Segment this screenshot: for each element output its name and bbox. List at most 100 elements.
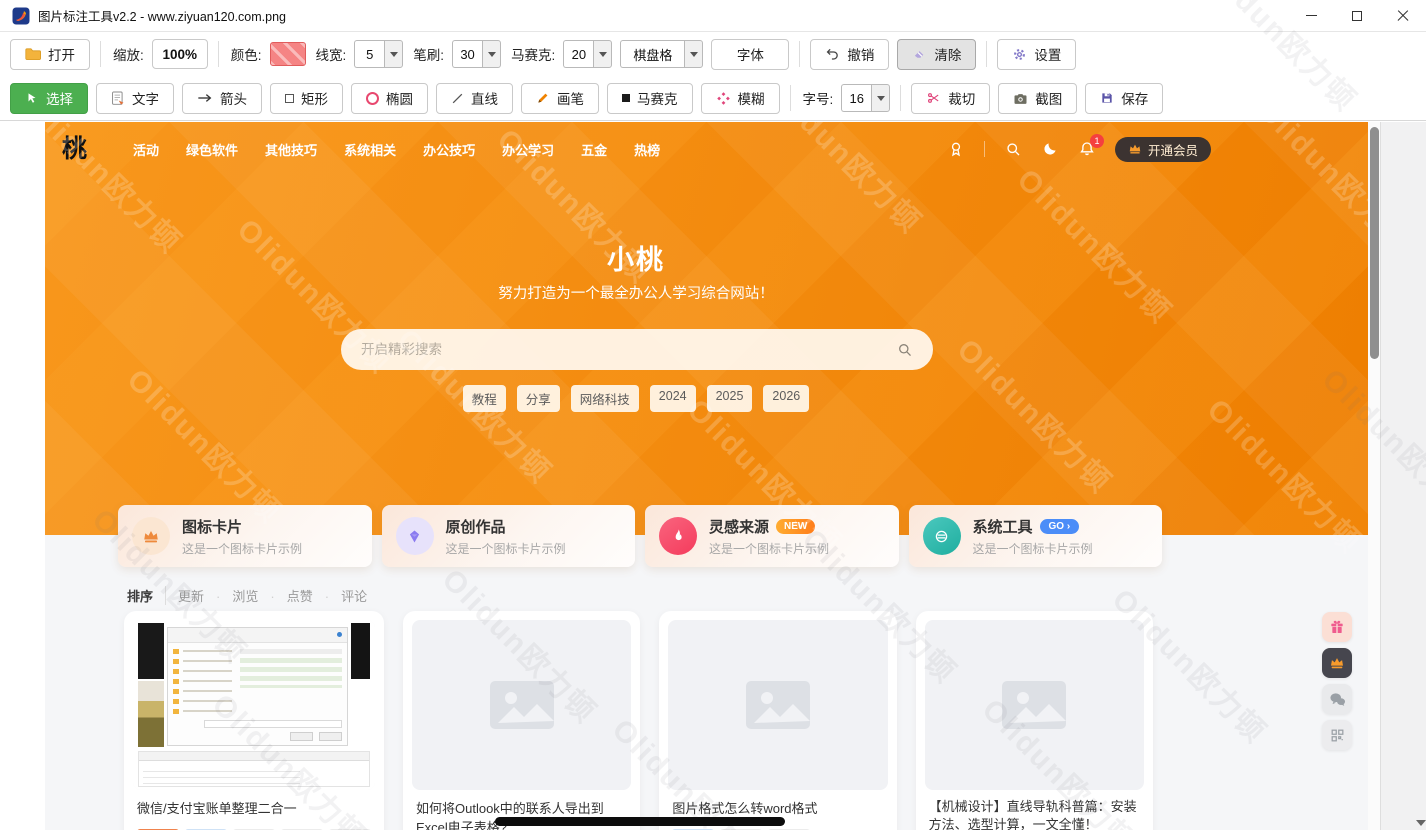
sort-option-views[interactable]: 浏览 — [216, 586, 258, 605]
blur-tool-button[interactable]: 模糊 — [701, 83, 780, 114]
save-button[interactable]: 保存 — [1085, 83, 1163, 114]
horizontal-scrollbar-thumb[interactable] — [495, 817, 785, 826]
brush-select[interactable]: 30 — [452, 40, 501, 68]
close-icon — [1397, 10, 1409, 22]
crop-button[interactable]: 裁切 — [911, 83, 990, 114]
article-thumbnail[interactable] — [133, 620, 375, 790]
select-tool-button[interactable]: 选择 — [10, 83, 88, 114]
arrow-tool-button[interactable]: 箭头 — [182, 83, 262, 114]
toolbar-separator — [100, 41, 101, 67]
tag-network-tech[interactable]: 网络科技 — [571, 385, 639, 412]
chevron-down-icon[interactable] — [684, 40, 703, 68]
linewidth-select[interactable]: 5 — [354, 40, 403, 68]
wechat-button[interactable] — [1322, 684, 1352, 714]
feature-card-inspiration[interactable]: 灵感来源 NEW 这是一个图标卡片示例 — [645, 505, 899, 567]
zoom-value[interactable]: 100% — [152, 39, 208, 69]
hero-search-input[interactable] — [361, 342, 896, 357]
article-list: 微信/支付宝账单整理二合一 如何将Outlook中的联系人导出到Excel电子表… — [124, 611, 1153, 830]
article-card[interactable]: 如何将Outlook中的联系人导出到Excel电子表格? — [403, 611, 640, 830]
article-thumbnail[interactable] — [668, 620, 887, 790]
feature-card-text: 灵感来源 NEW 这是一个图标卡片示例 — [709, 516, 829, 557]
hero-search-box[interactable] — [341, 329, 933, 370]
pen-tool-button[interactable]: 画笔 — [521, 83, 599, 114]
article-title[interactable]: 微信/支付宝账单整理二合一 — [137, 800, 371, 819]
checkerboard-select[interactable]: 棋盘格 — [620, 40, 703, 68]
article-card[interactable]: 图片格式怎么转word格式 — [659, 611, 896, 830]
canvas-area[interactable]: Olidun欧力顿 Olidun欧力顿 Olidun欧力顿 Olidun欧力顿 … — [0, 122, 1426, 830]
article-thumbnail[interactable] — [412, 620, 631, 790]
thumb-folder-icons — [173, 649, 179, 717]
clear-button[interactable]: 清除 — [897, 39, 976, 70]
ellipse-tool-button[interactable]: 椭圆 — [351, 83, 428, 114]
thumb-sheet-rows — [143, 766, 300, 784]
linewidth-label: 线宽: — [316, 44, 347, 64]
wechat-icon — [1329, 692, 1346, 707]
sort-option-updated[interactable]: 更新 — [178, 586, 204, 605]
fontsize-select[interactable]: 16 — [841, 84, 890, 112]
vertical-scrollbar[interactable] — [1368, 122, 1380, 830]
rectangle-tool-button[interactable]: 矩形 — [270, 83, 343, 114]
chevron-down-icon[interactable] — [384, 40, 403, 68]
tag-share[interactable]: 分享 — [517, 385, 560, 412]
window-controls — [1288, 0, 1426, 31]
chevron-down-icon[interactable] — [593, 40, 612, 68]
close-button[interactable] — [1380, 0, 1426, 31]
maximize-button[interactable] — [1334, 0, 1380, 31]
tag-2025[interactable]: 2025 — [707, 385, 753, 412]
mosaic-size-select[interactable]: 20 — [563, 40, 612, 68]
new-badge: NEW — [776, 519, 815, 534]
hot-tags: 教程 分享 网络科技 2024 2025 2026 — [45, 385, 1227, 412]
vip-crown-button[interactable] — [1322, 648, 1352, 678]
chevron-down-icon — [599, 52, 607, 57]
minimize-button[interactable] — [1288, 0, 1334, 31]
site-subtitle: 努力打造为一个最全办公人学习综合网站！ — [45, 282, 1227, 303]
tag-tutorial[interactable]: 教程 — [463, 385, 506, 412]
undo-button[interactable]: 撤销 — [810, 39, 889, 70]
zoom-label: 缩放: — [113, 44, 144, 64]
open-button[interactable]: 打开 — [10, 39, 90, 70]
thumb-dialog-header — [168, 628, 348, 643]
pen-label: 画笔 — [557, 88, 584, 108]
feature-card-system-tools[interactable]: 系统工具 GO › 这是一个图标卡片示例 — [909, 505, 1163, 567]
tag-2026[interactable]: 2026 — [763, 385, 809, 412]
toolbar-separator — [790, 85, 791, 111]
sort-option-comments[interactable]: 评论 — [325, 586, 367, 605]
app-icon — [12, 7, 30, 25]
search-icon[interactable] — [896, 341, 913, 358]
toolbar-separator — [900, 85, 901, 111]
vertical-scrollbar-thumb[interactable] — [1370, 127, 1379, 359]
chevron-down-icon[interactable] — [482, 40, 501, 68]
tag-2024[interactable]: 2024 — [650, 385, 696, 412]
ellipse-label: 椭圆 — [386, 88, 413, 108]
scrollbar-down-arrow[interactable] — [1416, 820, 1426, 826]
article-card[interactable]: 微信/支付宝账单整理二合一 — [124, 611, 384, 830]
thumb-list-rows — [240, 658, 342, 688]
line-tool-button[interactable]: 直线 — [436, 83, 513, 114]
qr-code-button[interactable] — [1322, 720, 1352, 750]
sort-option-likes[interactable]: 点赞 — [270, 586, 312, 605]
feature-card-icon-card[interactable]: 图标卡片 这是一个图标卡片示例 — [118, 505, 372, 567]
feature-card-title: 灵感来源 — [709, 516, 769, 537]
article-card[interactable]: 【机械设计】直线导轨科普篇：安装方法、选型计算，一文全懂！ — [916, 611, 1153, 830]
blur-label: 模糊 — [738, 88, 765, 108]
color-swatch[interactable] — [270, 42, 306, 66]
text-tool-button[interactable]: 文字 — [96, 83, 174, 114]
thumb-folder-tree — [173, 649, 232, 717]
font-button[interactable]: 字体 — [711, 39, 789, 70]
settings-button[interactable]: 设置 — [997, 39, 1076, 70]
color-label: 颜色: — [231, 44, 262, 64]
article-thumbnail[interactable] — [925, 620, 1144, 790]
line-icon — [451, 92, 464, 105]
feature-cards: 图标卡片 这是一个图标卡片示例 原创作品 这是一个图标卡片示例 灵感来 — [118, 505, 1162, 567]
screenshot-button[interactable]: 截图 — [998, 83, 1077, 114]
webpage-screenshot: Olidun欧力顿 Olidun欧力顿 Olidun欧力顿 Olidun欧力顿 … — [45, 122, 1368, 830]
feature-card-original-works[interactable]: 原创作品 这是一个图标卡片示例 — [382, 505, 636, 567]
crown-icon — [132, 517, 170, 555]
crown-icon — [1329, 656, 1345, 670]
mosaic-tool-button[interactable]: 马赛克 — [607, 83, 693, 114]
article-title[interactable]: 【机械设计】直线导轨科普篇：安装方法、选型计算，一文全懂！ — [929, 798, 1140, 830]
chevron-down-icon[interactable] — [871, 84, 890, 112]
feature-card-title: 系统工具 — [973, 516, 1033, 537]
gift-button[interactable] — [1322, 612, 1352, 642]
sort-label: 排序 — [127, 586, 166, 605]
